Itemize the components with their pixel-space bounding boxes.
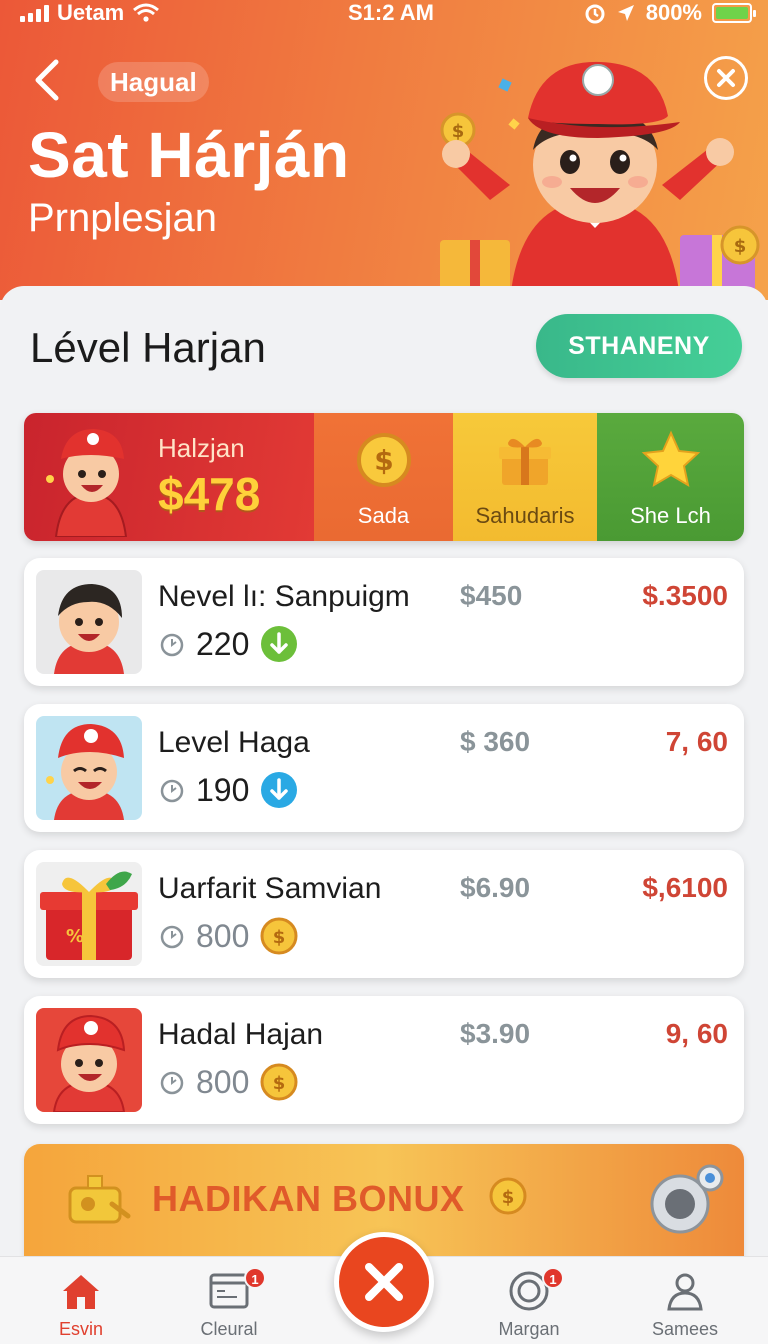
tab-label: Margan [498,1319,560,1339]
status-time: S1:2 AM [348,0,434,25]
svg-text:$: $ [273,927,286,948]
item-name: Level Haga [158,726,310,759]
wifi-icon [133,3,160,22]
item-value: $.3500 [642,580,728,611]
tab-label: Esvin [58,1319,103,1339]
tab-samees[interactable]: Samees [630,1257,740,1344]
item-price: $3.90 [460,1018,531,1049]
center-close-button[interactable] [334,1232,434,1332]
coin-icon: $ [260,1063,298,1101]
summary-strip: Halzjan $478 $ Sada Sahudaris She Lch [24,413,744,541]
timer-icon [160,633,184,657]
list-item[interactable]: %$ Uarfarit Samvian 800 $ $6.90 $,6100 [24,850,744,978]
item-price: $450 [460,580,523,611]
coin-icon: $ [489,1177,527,1215]
list-item[interactable]: Level Haga 190 $ 360 7, 60 [24,704,744,832]
battery-percent: 800% [645,0,702,25]
list-item[interactable]: Nevel lı: Sanpuigm 220 $450 $.3500 [24,558,744,686]
treasure-icon [68,1175,131,1224]
close-button[interactable] [704,56,748,100]
item-price: $ 360 [460,726,531,757]
summary-cell-she-lch[interactable]: She Lch [597,413,744,541]
item-thumbnail [36,570,142,674]
tab-label: Samees [651,1319,719,1339]
item-thumbnail: %$ [36,862,142,966]
signal-icon [20,4,49,22]
carrier-label: Uetam [57,0,125,25]
section-action-button[interactable]: STHANENY [536,314,742,378]
summary-total[interactable]: Halzjan $478 [24,413,314,541]
item-name: Uarfarit Samvian [158,872,382,905]
timer-icon [160,1071,184,1095]
gift-icon [499,438,551,485]
item-value: 7, 60 [665,726,728,757]
tab-cleural[interactable]: 1 Cleural [174,1257,284,1344]
alarm-icon [585,4,605,24]
item-thumbnail [36,716,142,820]
timer-icon [160,925,184,949]
status-bar: Uetam S1:2 AM 800% [0,0,768,26]
item-value: $,6100 [642,872,728,903]
item-count: 190 [196,771,250,808]
svg-text:$: $ [452,121,465,142]
bonus-label: HADIKAN BONUX [152,1178,465,1219]
svg-text:$: $ [374,444,393,477]
item-value: 9, 60 [665,1018,728,1049]
item-count: 800 [196,1063,250,1100]
item-count: 220 [196,625,250,662]
robot-icon [650,1164,724,1234]
tab-margan[interactable]: 1 Margan [474,1257,584,1344]
main-panel: Lével Harjan STHANENY Halzjan $478 $ Sad… [0,286,768,1286]
close-icon [365,1263,403,1301]
blue-arrow-icon [261,772,298,808]
section-title: Lével Harjan [30,324,266,371]
summary-cell-label: Sada [357,503,410,528]
mascot-avatar [46,429,128,537]
tab-label: Cleural [200,1319,258,1339]
svg-text:$: $ [734,236,747,257]
summary-cell-sahudaris[interactable]: Sahudaris [453,413,597,541]
page-title: Sat Hárján [28,119,350,191]
notification-badge: 1 [542,1267,564,1289]
coin-icon: $ [260,917,298,955]
location-icon [617,5,634,21]
item-thumbnail [36,1008,142,1112]
item-name: Nevel lı: Sanpuigm [158,580,410,613]
home-icon [63,1275,99,1309]
green-arrow-icon [261,626,298,662]
back-button[interactable] [28,56,68,104]
item-name: Hadal Hajan [158,1018,324,1051]
chevron-left-icon [35,59,59,101]
svg-text:$: $ [502,1187,515,1208]
summary-cell-label: Sahudaris [475,503,575,528]
tab-esvin[interactable]: Esvin [26,1257,136,1344]
coin-icon: $ [356,433,411,487]
summary-value: $478 [158,468,261,520]
close-icon [717,69,735,87]
notification-badge: 1 [244,1267,266,1289]
item-price: $6.90 [460,872,531,903]
hero-header: Uetam S1:2 AM 800% Hagual Sat Hárján Prn… [0,0,768,300]
svg-text:%$: %$ [66,926,97,947]
svg-text:$: $ [273,1073,286,1094]
battery-icon [712,3,756,23]
list-item[interactable]: Hadal Hajan 800 $ $3.90 9, 60 [24,996,744,1124]
summary-label: Halzjan [158,433,245,463]
item-count: 800 [196,917,250,954]
star-icon [641,430,700,488]
page-subtitle: Prnplesjan [28,196,218,240]
summary-cell-sada[interactable]: $ Sada [314,413,453,541]
timer-icon [160,779,184,803]
hero-tag: Hagual [98,62,209,102]
person-icon [667,1273,703,1311]
summary-cell-label: She Lch [630,503,711,528]
